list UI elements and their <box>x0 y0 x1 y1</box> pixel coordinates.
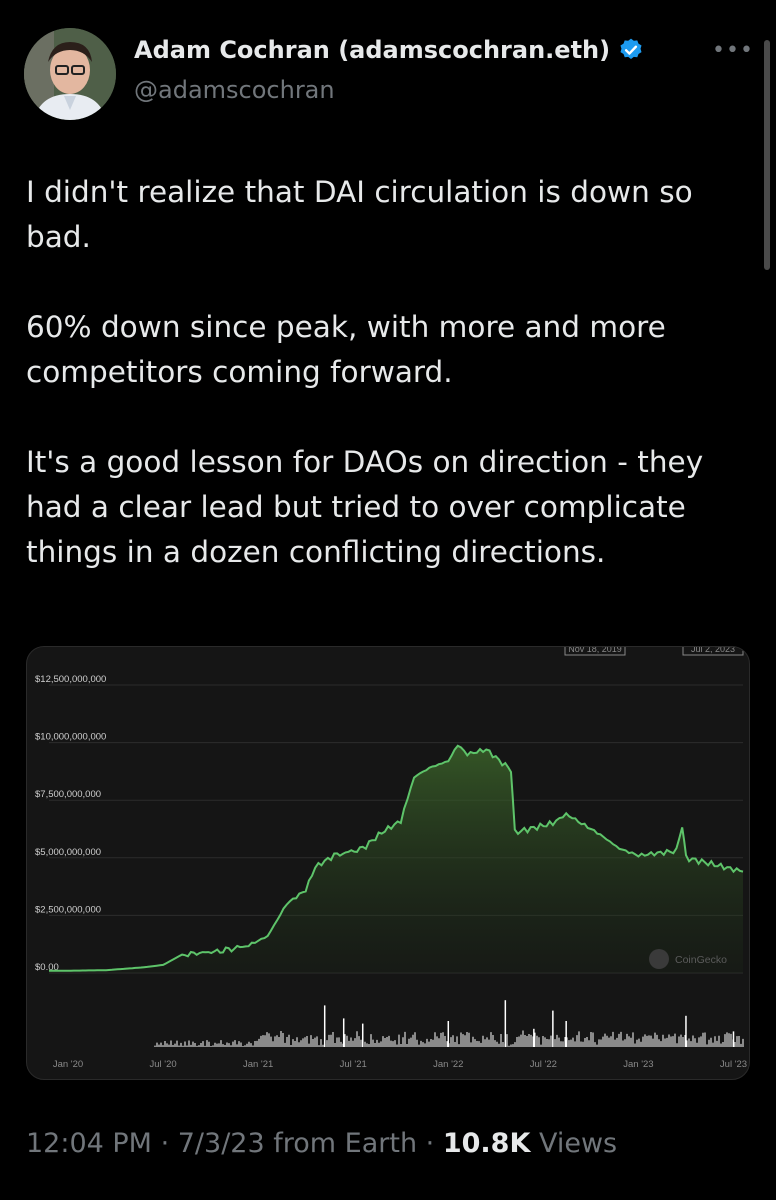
tweet-date[interactable]: 7/3/23 <box>178 1128 265 1159</box>
x-tick-label: Jan '22 <box>433 1059 463 1070</box>
separator-dot: · <box>425 1128 443 1159</box>
y-tick-label: $7,500,000,000 <box>35 789 101 800</box>
tweet-meta: 12:04 PM · 7/3/23 from Earth · 10.8K Vie… <box>26 1128 617 1159</box>
x-tick-label: Jul '20 <box>149 1059 176 1070</box>
dai-supply-chart: Nov 18, 2019 Jul 2, 2023 $12,500,000,000 $… <box>35 647 747 1070</box>
profile-photo-icon <box>24 28 116 120</box>
date-range-label: Nov 18, 2019 <box>568 647 622 654</box>
tweet-time[interactable]: 12:04 PM <box>26 1128 152 1159</box>
x-tick-label: Jan '21 <box>243 1059 273 1070</box>
y-tick-label: $5,000,000,000 <box>35 847 101 858</box>
author-display-name[interactable]: Adam Cochran (adamscochran.eth) <box>134 36 610 64</box>
y-tick-label: $2,500,000,000 <box>35 904 101 915</box>
author-avatar[interactable] <box>24 28 116 120</box>
y-tick-label: $10,000,000,000 <box>35 732 106 743</box>
tweet-paragraph: It's a good lesson for DAOs on direction… <box>26 445 704 569</box>
x-tick-label: Jan '23 <box>623 1059 653 1070</box>
views-count: 10.8K <box>442 1128 531 1159</box>
separator-dot: · <box>160 1128 178 1159</box>
chart-area-fill <box>49 745 743 973</box>
tweet-text: I didn't realize that DAI circulation is… <box>26 170 750 620</box>
coingecko-logo-icon <box>649 949 669 969</box>
tweet-media-chart[interactable]: Nov 18, 2019 Jul 2, 2023 $12,500,000,000 $… <box>26 646 750 1080</box>
scrollbar[interactable] <box>764 40 770 270</box>
date-range-label: Jul 2, 2023 <box>691 647 735 654</box>
x-tick-label: Jan '20 <box>53 1059 83 1070</box>
watermark-label: CoinGecko <box>675 954 727 966</box>
ellipsis-icon[interactable]: ••• <box>712 38 754 63</box>
author-handle[interactable]: @adamscochran <box>134 76 335 104</box>
tweet-paragraph: I didn't realize that DAI circulation is… <box>26 175 693 254</box>
verified-badge-icon <box>620 38 642 59</box>
y-tick-label: $12,500,000,000 <box>35 674 106 685</box>
tweet-paragraph: 60% down since peak, with more and more … <box>26 310 666 389</box>
x-tick-label: Jul '22 <box>530 1059 557 1070</box>
tweet-source: from Earth <box>273 1128 418 1159</box>
views-label: Views <box>538 1128 618 1159</box>
x-tick-label: Jul '21 <box>340 1059 367 1070</box>
x-tick-label: Jul '23 <box>720 1059 747 1070</box>
